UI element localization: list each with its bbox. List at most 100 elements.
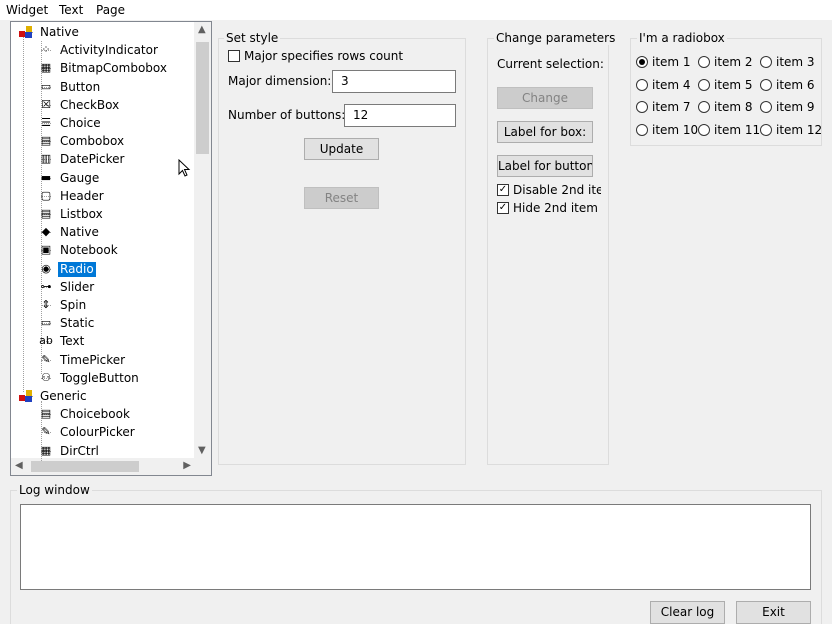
radio-option[interactable] (636, 56, 648, 68)
widget-type-icon: ▤ (40, 134, 52, 148)
label-buttons-button[interactable]: Label for buttons: (497, 155, 593, 177)
tree-item-label: Button (60, 79, 101, 94)
widget-type-icon: ▤ (40, 207, 52, 220)
radio-option-label: item 3 (776, 55, 815, 69)
widget-type-icon: ⚇ (41, 370, 51, 384)
widget-type-icon: ✎ (41, 425, 51, 439)
tree-vscroll-thumb[interactable] (196, 42, 209, 154)
widget-type-icon: ☰ (41, 116, 51, 129)
scroll-down-icon[interactable]: ▼ (198, 445, 206, 456)
hide-2nd-checkbox[interactable]: ✓ (497, 202, 509, 214)
radio-option[interactable] (636, 78, 648, 91)
radio-option-label: item 7 (652, 100, 691, 114)
tree-item-label: Choice (60, 116, 101, 130)
widget-type-icon: ▣ (40, 243, 52, 257)
change-params-title: Change parameters (494, 31, 618, 45)
tree-hscroll-thumb[interactable] (31, 461, 139, 472)
radiobox-title: I'm a radiobox (637, 31, 727, 45)
radio-option-label: item 5 (714, 77, 753, 92)
radio-option[interactable] (636, 123, 648, 136)
reset-button[interactable]: Reset (304, 187, 379, 209)
tree-item[interactable]: ▤ Choicebook (11, 405, 195, 423)
radio-option[interactable] (760, 78, 772, 91)
radio-option-label: item 4 (652, 77, 691, 92)
radio-option[interactable] (698, 56, 710, 68)
tree-item-label: CheckBox (60, 97, 120, 112)
major-rows-checkbox[interactable] (228, 50, 240, 62)
tree-item[interactable]: ✎ TimePicker (11, 351, 195, 369)
tree-item-label: Header (60, 188, 104, 203)
tree-item[interactable]: ⊶ Slider (11, 278, 195, 296)
widget-type-icon: ▦ (40, 443, 52, 457)
radio-option[interactable] (698, 123, 710, 136)
tree-item[interactable]: ◆ Native (11, 223, 195, 241)
radio-option-label: item 11 (714, 122, 761, 137)
tree-item[interactable]: ▦ DirCtrl (11, 442, 195, 460)
tree-item[interactable]: ⚇ ToggleButton (11, 369, 195, 387)
widget-type-icon: ▬ (40, 170, 52, 184)
radio-option[interactable] (760, 56, 772, 68)
tree-group-node[interactable]: Generic (11, 387, 195, 405)
scroll-up-icon[interactable]: ▲ (198, 24, 206, 35)
menu-text[interactable]: Text (59, 3, 83, 17)
tree-horizontal-scrollbar[interactable]: ◀ ▶ (11, 458, 195, 475)
tree-item-label: Native (40, 25, 79, 39)
tree-item[interactable]: ▦ BitmapCombobox (11, 59, 195, 77)
tree-item-label: Spin (60, 298, 87, 312)
clear-log-button[interactable]: Clear log (650, 601, 725, 624)
radio-option-label: item 10 (652, 122, 699, 137)
update-button[interactable]: Update (304, 138, 379, 160)
major-rows-label: Major specifies rows count (244, 49, 404, 63)
hide-2nd-label: Hide 2nd item (513, 201, 598, 215)
tree-item[interactable]: ▬ Gauge (11, 169, 195, 187)
radio-option[interactable] (760, 123, 772, 136)
disable-2nd-checkbox[interactable]: ✓ (497, 184, 509, 196)
tree-item[interactable]: ▢ Header (11, 187, 195, 205)
tree-group-node[interactable]: Native (11, 23, 195, 41)
menu-widget[interactable]: Widget (6, 3, 48, 17)
widget-type-icon: ▢ (40, 188, 52, 202)
scroll-corner (194, 458, 211, 475)
tree-item-label: Text (60, 334, 85, 349)
tree-item[interactable]: ◉ Radio (11, 260, 195, 278)
radio-option[interactable] (636, 101, 648, 113)
tree-item[interactable]: ▤ Listbox (11, 205, 195, 223)
tree-item[interactable]: ▭ Button (11, 78, 195, 96)
radio-option[interactable] (698, 78, 710, 91)
tree-item[interactable]: ▣ Notebook (11, 241, 195, 259)
radio-option-label: item 8 (714, 100, 753, 114)
tree-item[interactable]: ▤ Combobox (11, 132, 195, 150)
label-box-button[interactable]: Label for box: (497, 121, 593, 143)
exit-button[interactable]: Exit (736, 601, 811, 624)
tree-item-label: Listbox (60, 207, 103, 221)
scroll-right-icon[interactable]: ▶ (183, 460, 191, 471)
widget-type-icon: ◉ (41, 261, 51, 275)
tree-item[interactable]: ab Text (11, 332, 195, 350)
tree-item[interactable]: ✎ ColourPicker (11, 423, 195, 441)
tree-item-label: ColourPicker (60, 425, 135, 440)
menu-page[interactable]: Page (96, 3, 125, 17)
tree-item-label: Generic (40, 389, 87, 403)
scroll-left-icon[interactable]: ◀ (15, 460, 23, 471)
major-dim-input[interactable]: 3 (332, 70, 456, 93)
tree-item[interactable]: ☰ Choice (11, 114, 195, 132)
tree-item[interactable]: ⇕ Spin (11, 296, 195, 314)
tree-vertical-scrollbar[interactable]: ▲ ▼ (194, 22, 211, 458)
tree-item[interactable]: ▭ Static (11, 314, 195, 332)
log-title: Log window (17, 483, 92, 497)
radio-option[interactable] (760, 101, 772, 113)
num-buttons-input[interactable]: 12 (344, 104, 456, 127)
radio-option-label: item 1 (652, 55, 691, 69)
mouse-cursor-icon (178, 159, 191, 177)
radio-option-label: item 12 (776, 122, 823, 137)
change-selection-button[interactable]: Change selection (497, 87, 593, 109)
widget-type-icon: ▤ (40, 407, 52, 421)
log-textarea[interactable] (20, 504, 811, 590)
tree-item[interactable]: ⁘ ActivityIndicator (11, 41, 195, 59)
widget-tree[interactable]: ▲ ▼ ◀ ▶ Native ⁘ ActivityIndicator ▦ BitmapC… (10, 21, 212, 476)
num-buttons-label: Number of buttons: (228, 108, 346, 122)
tree-item-label: Choicebook (60, 407, 130, 422)
tree-item[interactable]: ☒ CheckBox (11, 96, 195, 114)
tree-item[interactable]: ▥ DatePicker (11, 150, 195, 168)
radio-option[interactable] (698, 101, 710, 113)
